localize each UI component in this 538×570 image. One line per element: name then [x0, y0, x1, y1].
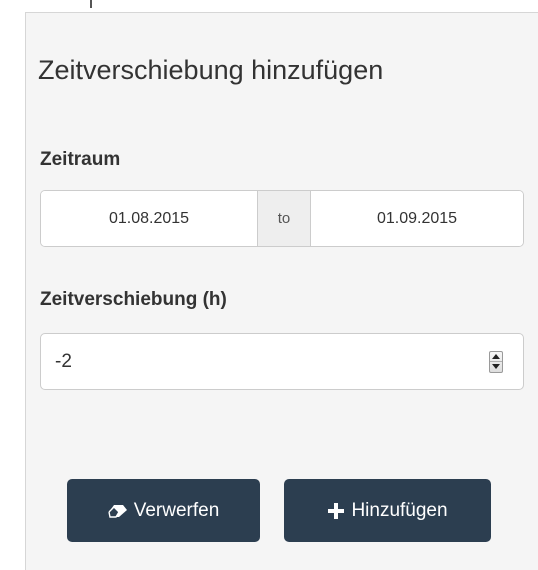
eraser-icon	[108, 504, 128, 518]
panel-title: Zeitverschiebung hinzufügen	[38, 55, 384, 85]
top-edge-mark	[90, 0, 92, 8]
spinner-down-button[interactable]	[490, 361, 502, 372]
time-shift-field	[40, 333, 524, 390]
caret-down-icon	[492, 364, 500, 370]
add-button[interactable]: Hinzufügen	[284, 479, 491, 542]
date-range-label: Zeitraum	[40, 149, 121, 170]
time-shift-input[interactable]	[41, 334, 489, 389]
date-from-input[interactable]	[41, 191, 257, 246]
time-shift-spinner	[489, 350, 503, 373]
date-range-group: to	[40, 190, 524, 247]
spinner-up-button[interactable]	[490, 352, 502, 362]
plus-icon	[327, 502, 345, 520]
discard-button-label: Verwerfen	[133, 499, 220, 521]
date-to-input[interactable]	[311, 191, 523, 246]
caret-up-icon	[492, 353, 500, 359]
discard-button[interactable]: Verwerfen	[67, 479, 260, 542]
add-button-label: Hinzufügen	[351, 499, 448, 521]
date-range-separator: to	[257, 191, 311, 246]
time-shift-label: Zeitverschiebung (h)	[40, 289, 227, 310]
